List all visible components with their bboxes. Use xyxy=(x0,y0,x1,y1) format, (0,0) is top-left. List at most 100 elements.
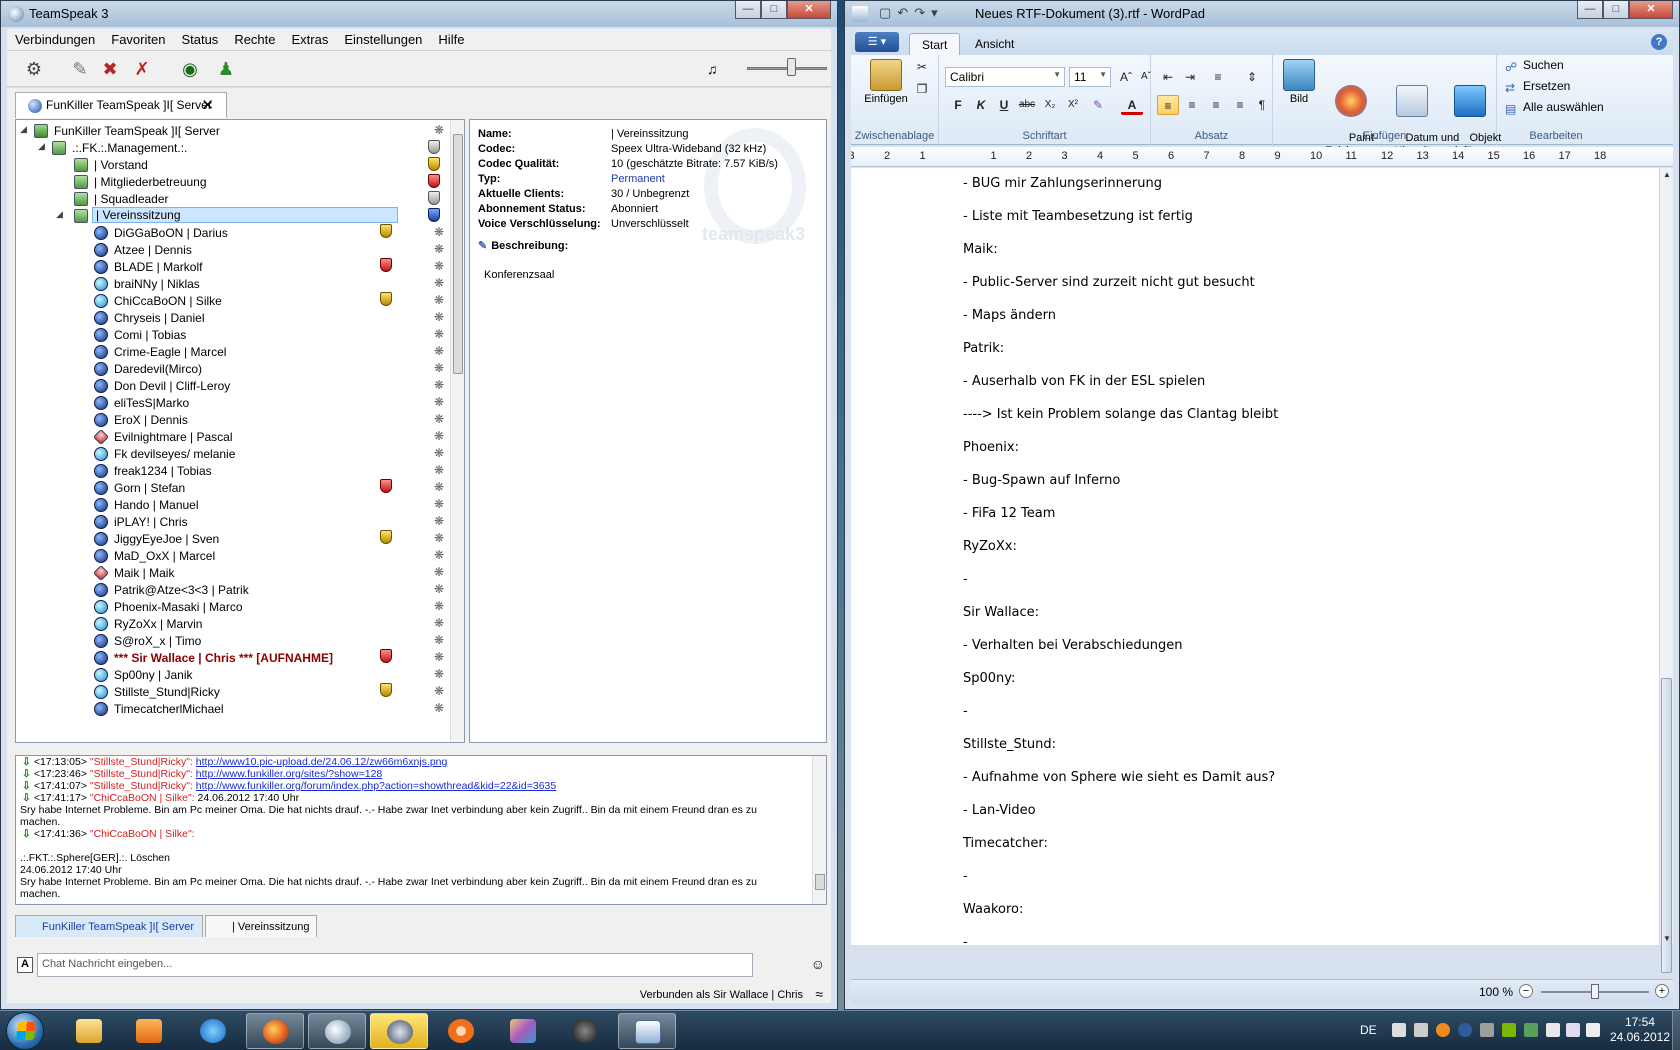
close-button[interactable]: ✕ xyxy=(1629,1,1673,19)
chat-scroll-thumb[interactable] xyxy=(815,874,825,890)
misc-tray-icon[interactable] xyxy=(1480,1023,1494,1037)
paste-button[interactable]: Einfügen xyxy=(861,59,911,106)
flag-tray-icon[interactable] xyxy=(1414,1023,1428,1037)
taskbar-origin[interactable] xyxy=(432,1013,490,1049)
network-icon[interactable] xyxy=(1566,1023,1580,1037)
customize-qat-icon[interactable]: ▾ xyxy=(931,5,938,21)
emoticon-icon[interactable]: ☺ xyxy=(811,956,825,972)
close-tab-icon[interactable]: ✕ xyxy=(201,96,214,114)
menu-favoriten[interactable]: Favoriten xyxy=(103,29,173,50)
align-right-icon[interactable]: ≡ xyxy=(1205,95,1227,115)
chat-log[interactable]: ⇩ <17:13:05> "Stillste_Stund|Ricky": http… xyxy=(15,755,827,905)
tray-icon[interactable] xyxy=(1524,1023,1538,1037)
document-scrollbar[interactable]: ▲ ▼ xyxy=(1659,168,1673,973)
save-icon[interactable]: ▢ xyxy=(879,5,891,21)
taskbar-game[interactable] xyxy=(494,1013,552,1049)
close-button[interactable]: ✕ xyxy=(787,1,831,19)
highlight-icon[interactable]: ✎ xyxy=(1087,95,1109,115)
language-indicator[interactable]: DE xyxy=(1360,1023,1377,1037)
nvidia-tray-icon[interactable] xyxy=(1502,1023,1516,1037)
teamspeak-tray-icon[interactable] xyxy=(1458,1023,1472,1037)
document-scroll-thumb[interactable] xyxy=(1661,678,1672,973)
bookmark-icon[interactable]: ✎ xyxy=(67,56,93,82)
taskbar-internet-explorer[interactable] xyxy=(184,1013,242,1049)
bullet-list-icon[interactable]: ≡ xyxy=(1207,67,1229,87)
taskbar-firefox[interactable] xyxy=(246,1013,304,1049)
chat-link[interactable]: http://www10.pic-upload.de/24.06.12/zw66… xyxy=(196,756,448,768)
minimize-button[interactable]: — xyxy=(735,1,761,19)
paragraph-icon[interactable]: ¶ xyxy=(1251,95,1273,115)
ruler[interactable]: 321123456789101112131415161718 xyxy=(851,147,1673,167)
superscript-button[interactable]: X² xyxy=(1062,95,1084,115)
copy-icon[interactable]: ❐ xyxy=(911,79,933,99)
taskbar-media-player[interactable] xyxy=(120,1013,178,1049)
line-spacing-icon[interactable]: ⇕ xyxy=(1241,67,1263,87)
grow-font-icon[interactable]: Aˆ xyxy=(1115,67,1137,87)
chat-link[interactable]: http://www.funkiller.org/forum/index.php… xyxy=(196,780,556,792)
undo-icon[interactable]: ↶ xyxy=(897,5,908,21)
maximize-button[interactable]: □ xyxy=(1603,1,1629,19)
taskbar-steam[interactable] xyxy=(370,1013,428,1049)
menu-extras[interactable]: Extras xyxy=(284,29,337,50)
italic-button[interactable]: K xyxy=(970,95,992,115)
menu-hilfe[interactable]: Hilfe xyxy=(430,29,472,50)
zoom-slider-thumb[interactable] xyxy=(1591,984,1599,999)
show-desktop-button[interactable] xyxy=(1672,1011,1680,1050)
chat-link[interactable]: http://www.funkiller.org/sites/?show=128 xyxy=(196,768,382,780)
taskbar-teamspeak[interactable] xyxy=(308,1013,366,1049)
tree-scrollbar[interactable] xyxy=(450,120,464,742)
zoom-in-icon[interactable]: + xyxy=(1655,984,1669,998)
replace-button[interactable]: ⇄ Ersetzen xyxy=(1505,79,1570,95)
cut-icon[interactable]: ✂ xyxy=(911,57,933,77)
insert-image-button[interactable]: Bild xyxy=(1279,59,1319,106)
menu-einstellungen[interactable]: Einstellungen xyxy=(336,29,430,50)
font-size-select[interactable]: 11 ▼ xyxy=(1069,67,1111,87)
start-button[interactable] xyxy=(6,1012,44,1050)
origin-tray-icon[interactable] xyxy=(1436,1023,1450,1037)
tab-server[interactable]: FunKiller TeamSpeak ]I[ Server ✕ xyxy=(15,92,227,118)
bold-button[interactable]: F xyxy=(947,95,969,115)
mute-speaker-icon[interactable]: ✗ xyxy=(129,56,155,82)
menu-rechte[interactable]: Rechte xyxy=(226,29,283,50)
taskbar-wordpad[interactable] xyxy=(618,1013,676,1049)
text-format-icon[interactable]: A xyxy=(17,957,33,973)
volume-tray-icon[interactable] xyxy=(1586,1023,1600,1037)
connect-icon[interactable]: ⚙ xyxy=(21,56,47,82)
chat-tab-server[interactable]: FunKiller TeamSpeak ]I[ Server xyxy=(15,915,203,937)
wordpad-titlebar[interactable]: ▢ ↶ ↷ ▾ Neues RTF-Dokument (3).rtf - Wor… xyxy=(845,1,1679,27)
increase-indent-icon[interactable]: ⇥ xyxy=(1179,67,1201,87)
select-all-button[interactable]: ▤ Alle auswählen xyxy=(1505,100,1604,116)
align-center-icon[interactable]: ≡ xyxy=(1181,95,1203,115)
tree-scroll-thumb[interactable] xyxy=(453,134,463,374)
redo-icon[interactable]: ↷ xyxy=(914,5,925,21)
channel-tree[interactable]: ◢ FunKiller TeamSpeak ]I[ Server ◢ .:.FK… xyxy=(15,119,465,743)
chat-scrollbar[interactable] xyxy=(812,756,826,904)
away-icon[interactable]: ♟ xyxy=(213,56,239,82)
scroll-up-icon[interactable]: ▲ xyxy=(1663,170,1671,179)
justify-icon[interactable]: ≡ xyxy=(1229,95,1251,115)
chat-tab-channel[interactable]: | Vereinssitzung xyxy=(205,915,317,937)
underline-button[interactable]: U xyxy=(993,95,1015,115)
taskbar-explorer[interactable] xyxy=(60,1013,118,1049)
volume-slider-thumb[interactable] xyxy=(787,58,796,76)
minimize-button[interactable]: — xyxy=(1577,1,1603,19)
action-center-icon[interactable] xyxy=(1546,1023,1560,1037)
zoom-out-icon[interactable]: − xyxy=(1519,984,1533,998)
find-button[interactable]: ☍ Suchen xyxy=(1505,58,1564,74)
strikethrough-button[interactable]: abc xyxy=(1016,95,1038,115)
file-menu-button[interactable]: ☰ ▾ xyxy=(855,32,899,52)
decrease-indent-icon[interactable]: ⇤ xyxy=(1157,67,1179,87)
tab-start[interactable]: Start xyxy=(909,33,961,55)
capture-icon[interactable]: ◉ xyxy=(177,56,203,82)
help-icon[interactable]: ? xyxy=(1651,34,1667,50)
clock[interactable]: 17:54 24.06.2012 xyxy=(1610,1015,1670,1045)
mute-mic-icon[interactable]: ✖ xyxy=(97,56,123,82)
menu-status[interactable]: Status xyxy=(173,29,226,50)
steam-tray-icon[interactable] xyxy=(1392,1023,1406,1037)
scroll-down-icon[interactable]: ▼ xyxy=(1663,934,1671,943)
subscript-button[interactable]: X₂ xyxy=(1039,95,1061,115)
menu-verbindungen[interactable]: Verbindungen xyxy=(7,29,103,50)
font-color-icon[interactable]: A xyxy=(1121,95,1143,115)
taskbar-headset[interactable] xyxy=(556,1013,614,1049)
align-left-icon[interactable]: ≡ xyxy=(1157,95,1179,115)
